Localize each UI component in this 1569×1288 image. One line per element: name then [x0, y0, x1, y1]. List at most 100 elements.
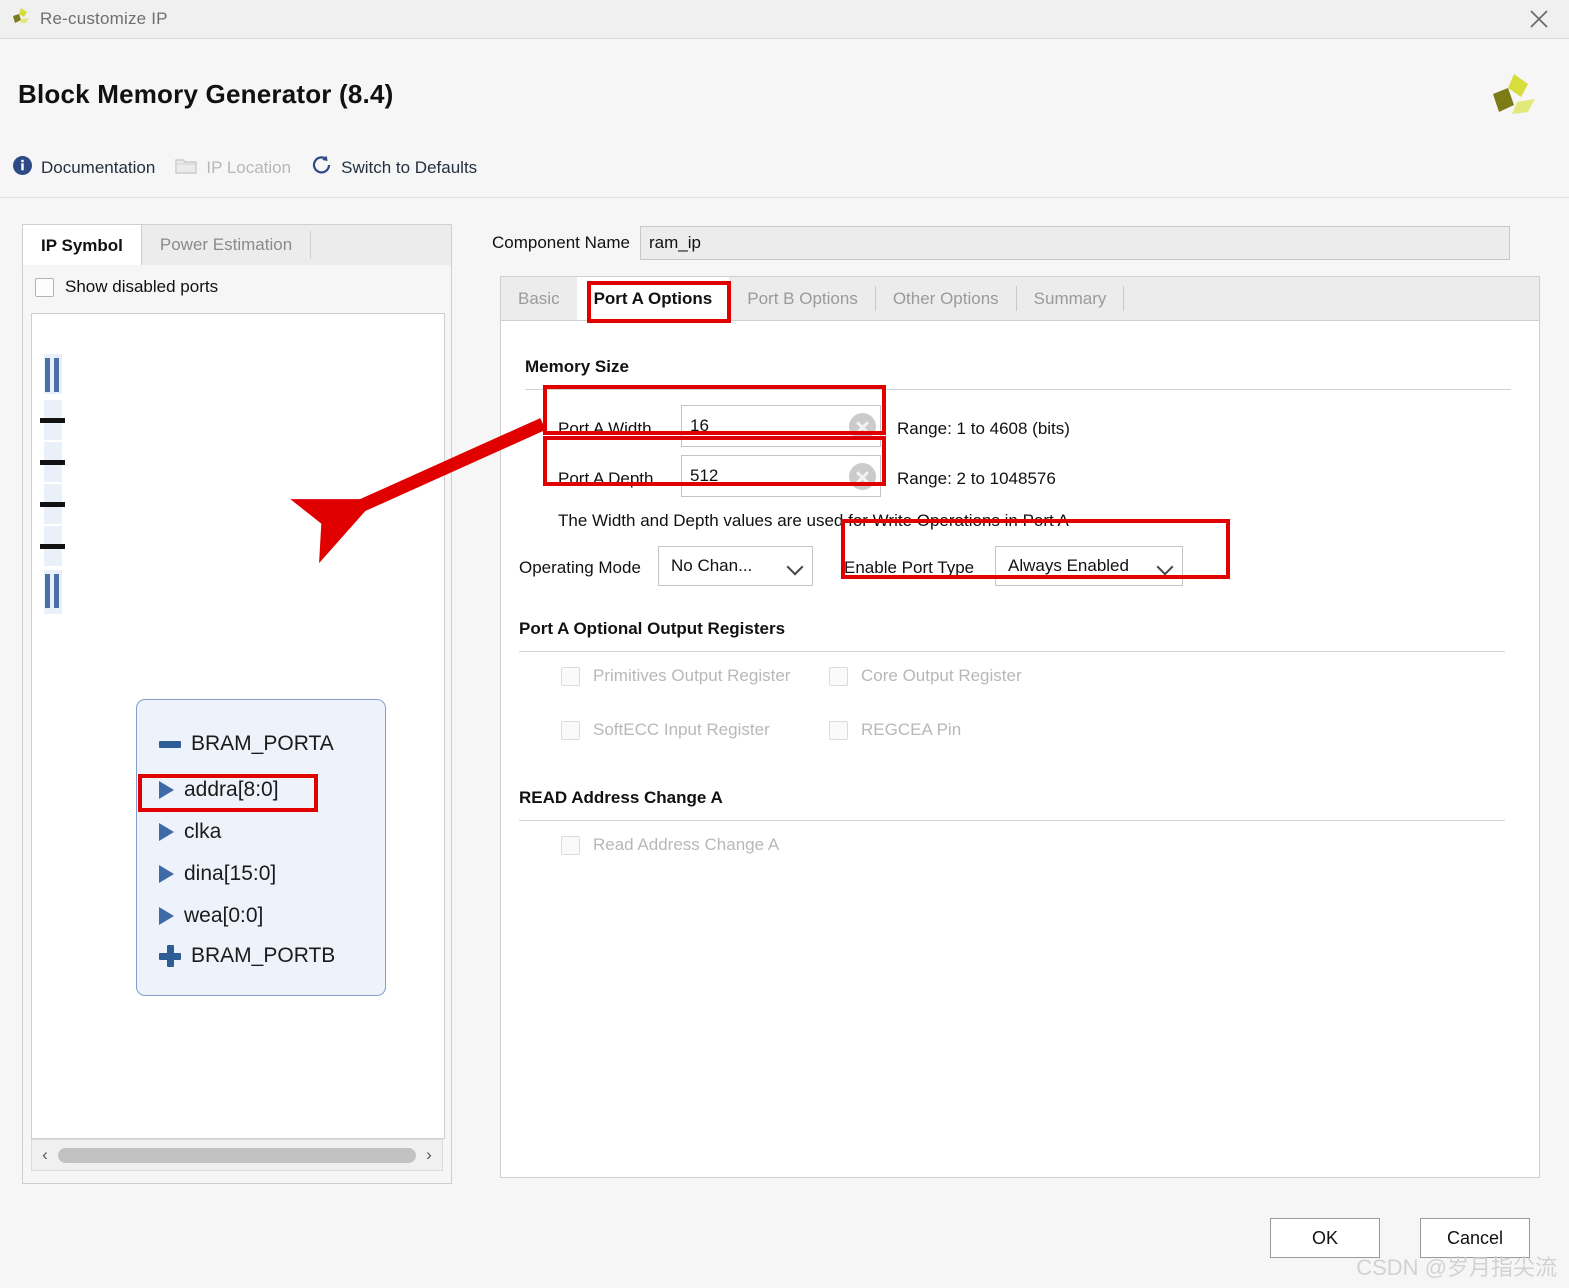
symbol-horizontal-scrollbar[interactable]: ‹ › [31, 1139, 443, 1171]
dialog-footer: OK Cancel CSDN @岁月指尖流 [0, 1198, 1569, 1288]
regcea-pin-checkbox[interactable]: REGCEA Pin [829, 720, 961, 740]
dialog-body: IP Symbol Power Estimation Show disabled… [0, 198, 1569, 1198]
refresh-icon [311, 154, 333, 181]
xilinx-logo-small-icon [10, 7, 32, 32]
softecc-input-register-checkbox[interactable]: SoftECC Input Register [561, 720, 770, 740]
documentation-button[interactable]: Documentation [12, 155, 155, 181]
scroll-right-arrow-icon[interactable]: › [416, 1145, 442, 1165]
tab-summary-label: Summary [1033, 288, 1107, 308]
tab-basic-label: Basic [518, 288, 560, 308]
tab-basic[interactable]: Basic [501, 277, 577, 320]
operating-mode-label: Operating Mode [519, 558, 641, 577]
port-a-options-pane: Memory Size Port A Width Range: 1 to 460… [500, 320, 1540, 1178]
scroll-left-arrow-icon[interactable]: ‹ [32, 1145, 58, 1165]
input-arrow-icon [159, 823, 174, 841]
tab-port-a-options-label: Port A Options [593, 288, 713, 308]
show-disabled-ports-checkbox[interactable]: Show disabled ports [35, 277, 218, 297]
symbol-port-clka[interactable]: clka [159, 820, 221, 844]
scrollbar-thumb[interactable] [58, 1147, 416, 1163]
clear-icon[interactable] [849, 413, 876, 440]
port-a-depth-label: Port A Depth [558, 469, 654, 488]
ip-symbol-panel: IP Symbol Power Estimation Show disabled… [22, 224, 452, 1184]
plus-icon[interactable] [159, 945, 181, 967]
tab-port-a-options[interactable]: Port A Options [576, 277, 730, 320]
section-divider [519, 820, 1505, 821]
folder-icon [175, 156, 198, 180]
read-address-change-a-label: Read Address Change A [593, 835, 780, 854]
port-a-width-range: Range: 1 to 4608 (bits) [897, 419, 1070, 438]
symbol-group-label: BRAM_PORTA [191, 732, 334, 755]
tab-other-options[interactable]: Other Options [876, 277, 1016, 320]
width-depth-note: The Width and Depth values are used for … [558, 511, 1069, 530]
tab-divider [310, 231, 312, 259]
bus-connector-porta [44, 358, 60, 392]
info-icon [12, 155, 33, 181]
enable-port-type-select[interactable]: Always Enabled [995, 546, 1183, 586]
checkbox-box [561, 720, 580, 740]
tab-ip-symbol[interactable]: IP Symbol [23, 225, 142, 266]
tab-other-options-label: Other Options [892, 288, 999, 308]
switch-to-defaults-label: Switch to Defaults [341, 157, 478, 177]
enable-port-type-label: Enable Port Type [844, 558, 975, 577]
clear-icon[interactable] [849, 463, 876, 490]
symbol-port-label: dina[15:0] [184, 862, 277, 885]
checkbox-box [35, 277, 54, 297]
symbol-port-label: clka [184, 820, 222, 843]
tab-divider [1123, 286, 1125, 311]
tab-power-estimation-label: Power Estimation [159, 235, 293, 254]
scrollbar-track[interactable] [58, 1139, 416, 1171]
softecc-input-register-label: SoftECC Input Register [593, 720, 770, 739]
cancel-button-label: Cancel [1446, 1227, 1504, 1248]
tab-port-b-options[interactable]: Port B Options [730, 277, 875, 320]
primitives-output-register-label: Primitives Output Register [593, 666, 791, 685]
port-connector-clka [40, 460, 65, 465]
component-name-label: Component Name [492, 233, 630, 252]
core-output-register-checkbox[interactable]: Core Output Register [829, 666, 1022, 686]
memory-size-heading: Memory Size [525, 357, 629, 376]
operating-mode-value: No Chan... [671, 556, 753, 575]
checkbox-box [561, 666, 580, 686]
port-connector-wea [40, 544, 65, 549]
symbol-port-label: addra[8:0] [184, 778, 279, 801]
ip-symbol-content: Show disabled ports BRAM_PORTA addra[8:0… [23, 265, 451, 1183]
show-disabled-ports-label: Show disabled ports [65, 277, 219, 296]
input-arrow-icon [159, 907, 174, 925]
input-arrow-icon [159, 865, 174, 883]
symbol-port-wea[interactable]: wea[0:0] [159, 904, 263, 928]
tab-summary[interactable]: Summary [1017, 277, 1124, 320]
port-a-depth-range: Range: 2 to 1048576 [897, 469, 1056, 488]
read-address-change-a-checkbox[interactable]: Read Address Change A [561, 835, 779, 855]
switch-to-defaults-button[interactable]: Switch to Defaults [311, 154, 477, 181]
close-icon[interactable] [1509, 0, 1569, 38]
section-divider [519, 651, 1505, 652]
documentation-label: Documentation [41, 157, 156, 177]
symbol-port-addra[interactable]: addra[8:0] [159, 778, 279, 802]
component-name-input[interactable] [639, 226, 1510, 260]
symbol-port-label: wea[0:0] [184, 904, 264, 927]
symbol-port-dina[interactable]: dina[15:0] [159, 862, 276, 886]
port-connector-addra [40, 418, 65, 423]
ip-location-button[interactable]: IP Location [175, 156, 291, 180]
primitives-output-register-checkbox[interactable]: Primitives Output Register [561, 666, 790, 686]
symbol-canvas[interactable]: BRAM_PORTA addra[8:0] clka dina[15:0] we… [31, 313, 445, 1139]
tab-port-b-options-label: Port B Options [747, 288, 858, 308]
operating-mode-select[interactable]: No Chan... [658, 546, 813, 586]
symbol-group-bram-portb[interactable]: BRAM_PORTB [159, 944, 335, 968]
bus-connector-portb [44, 574, 60, 608]
left-tabstrip: IP Symbol Power Estimation [23, 225, 451, 266]
section-divider [525, 389, 1511, 390]
ip-symbol-block[interactable]: BRAM_PORTA addra[8:0] clka dina[15:0] we… [136, 699, 386, 996]
ok-button-label: OK [1311, 1227, 1338, 1248]
xilinx-logo-icon [1487, 72, 1541, 127]
optional-output-registers-heading: Port A Optional Output Registers [519, 619, 786, 638]
checkbox-box [829, 720, 848, 740]
port-connector-dina [40, 502, 65, 507]
options-tabstrip: Basic Port A Options Port B Options Othe… [500, 276, 1540, 320]
minus-icon[interactable] [159, 740, 181, 748]
symbol-group-bram-porta[interactable]: BRAM_PORTA [159, 732, 334, 756]
options-panel: Component Name Basic Port A Options Port… [492, 218, 1547, 1190]
chevron-down-icon [789, 560, 802, 573]
watermark: CSDN @岁月指尖流 [1356, 1255, 1557, 1280]
read-address-change-heading: READ Address Change A [519, 788, 723, 807]
tab-power-estimation[interactable]: Power Estimation [142, 225, 310, 265]
